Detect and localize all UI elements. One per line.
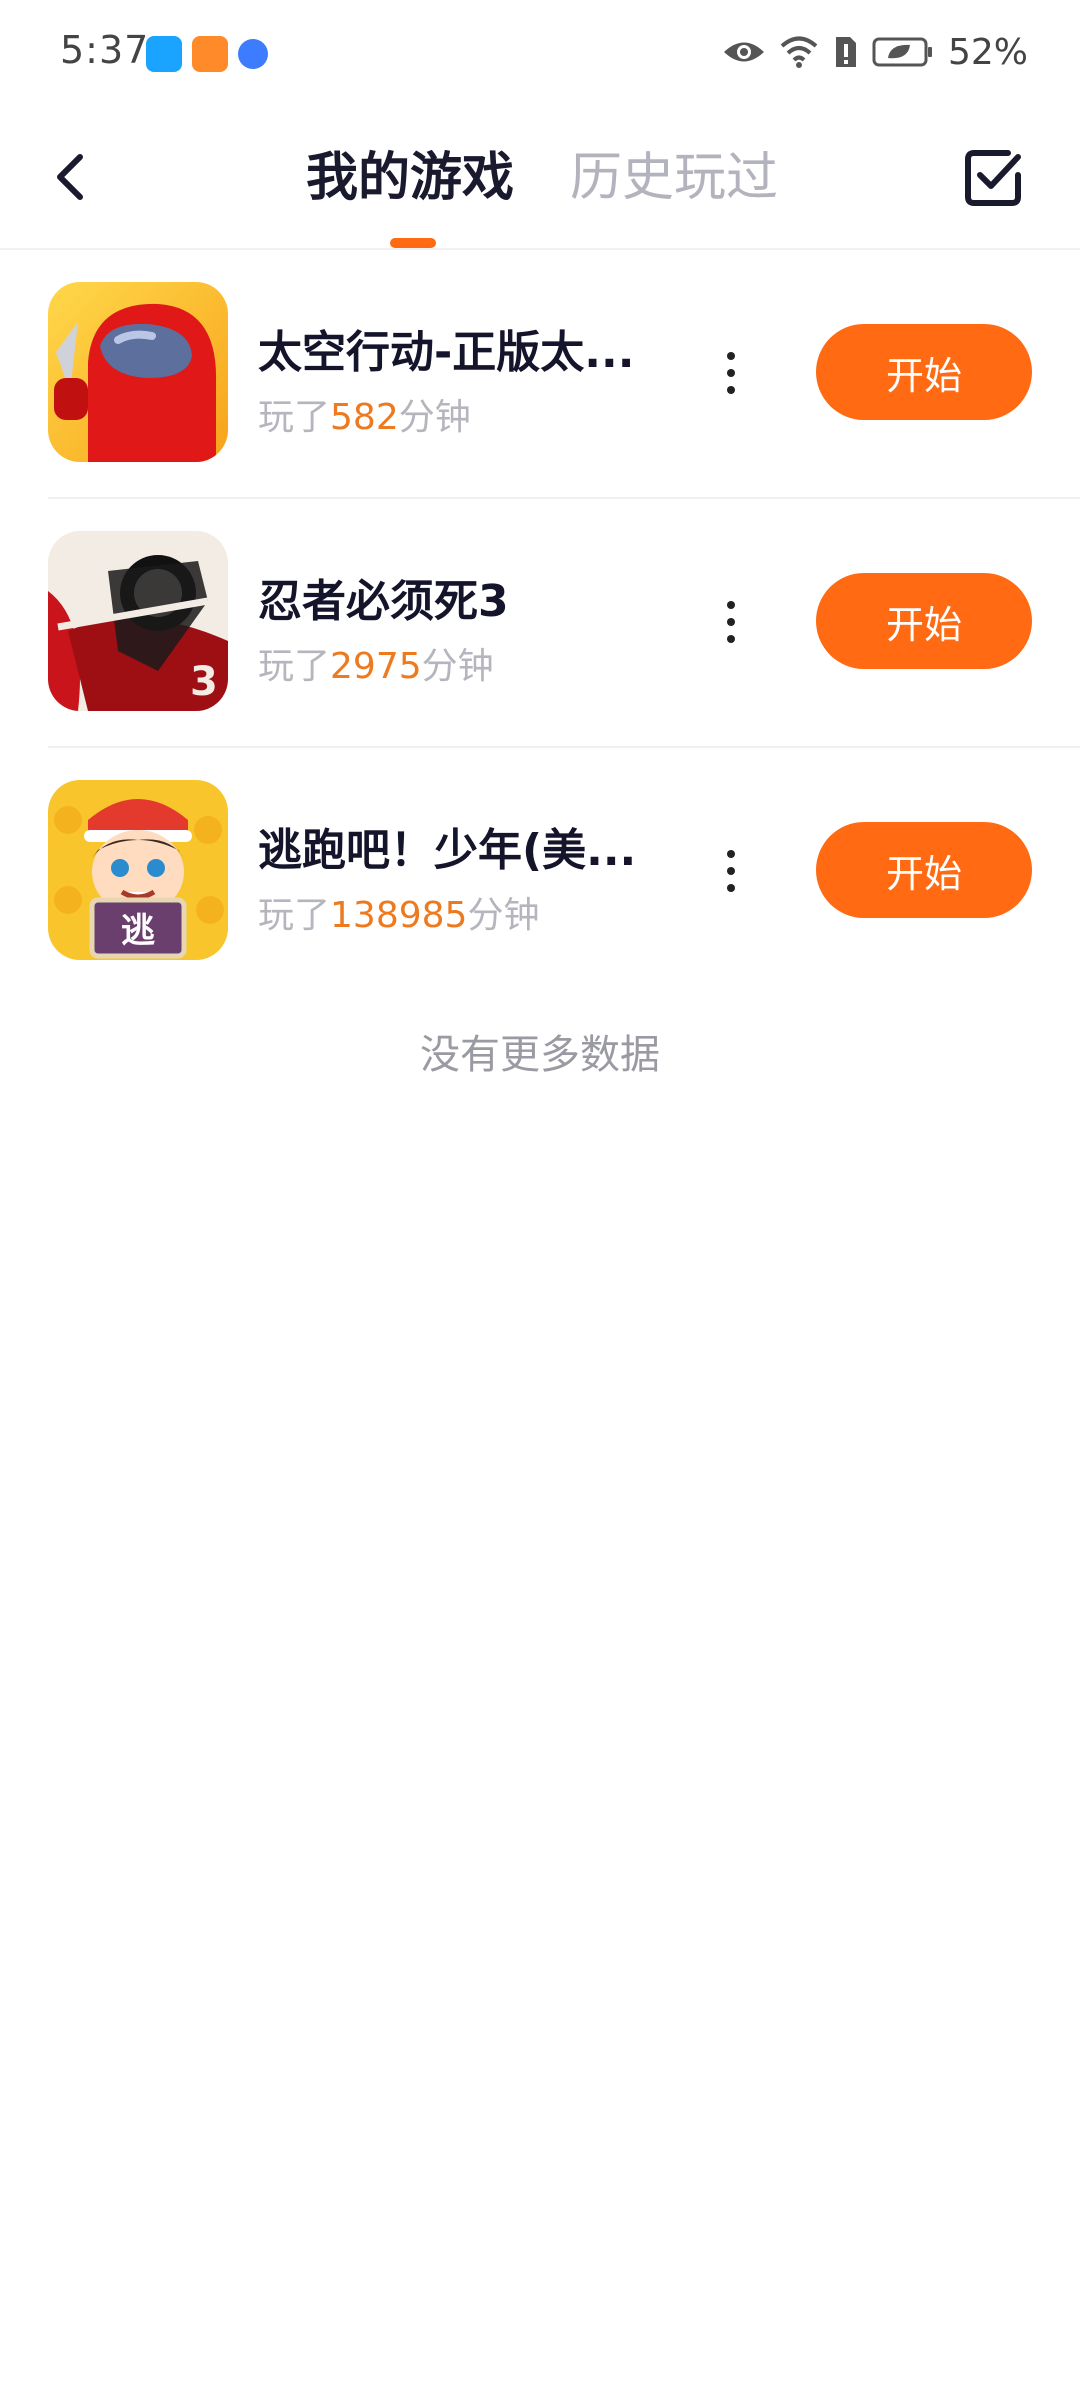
no-more-data-text: 没有更多数据 [420,1032,660,1078]
tab-history-played[interactable]: 历史玩过 [570,143,778,213]
game-title[interactable]: 忍者必须死3 [258,565,658,629]
battery-percent: 52% [947,31,1028,73]
tab-my-games[interactable]: 我的游戏 [306,143,514,213]
game-row[interactable]: 太空行动-正版太... 玩了582分钟 开始 [0,250,1080,499]
wifi-icon [780,36,818,68]
more-options-icon[interactable] [716,846,746,896]
game-title[interactable]: 逃跑吧！少年(美... [258,814,658,878]
game-row[interactable]: 3 忍者必须死3 玩了2975分钟 开始 [0,499,1080,748]
play-time-suffix: 分钟 [421,646,494,687]
play-time: 玩了2975分钟 [258,637,494,689]
eye-icon [723,42,764,62]
svg-text:3: 3 [190,659,218,705]
search-app-icon [146,36,182,72]
boy-escape-icon[interactable]: 逃 [48,780,228,960]
browser-app-icon [238,39,268,69]
start-button[interactable]: 开始 [816,822,1032,918]
game-row[interactable]: 逃 逃跑吧！少年(美... 玩了138985分钟 开始 [0,748,1080,997]
sim-alert-icon [835,37,856,67]
start-button[interactable]: 开始 [816,573,1032,669]
video-app-icon [192,36,228,72]
play-time-prefix: 玩了 [258,397,331,438]
back-icon[interactable] [40,145,104,209]
status-time: 5:37 [60,28,150,72]
play-minutes: 582 [330,397,399,438]
play-time: 玩了582分钟 [258,388,471,440]
status-bar: 5:37 52% [0,0,1080,105]
more-options-icon[interactable] [716,597,746,647]
ninja-icon[interactable]: 3 [48,531,228,711]
play-minutes: 138985 [330,895,468,936]
red-astronaut-icon[interactable] [48,282,228,462]
play-time-prefix: 玩了 [258,895,331,936]
game-title[interactable]: 太空行动-正版太... [258,316,658,380]
play-time-suffix: 分钟 [467,895,540,936]
game-list: 太空行动-正版太... 玩了582分钟 开始 3 忍者必须死3 玩了2975分钟 [0,250,1080,997]
header: 我的游戏 历史玩过 [0,105,1080,250]
battery-icon [872,37,932,67]
play-time-prefix: 玩了 [258,646,331,687]
play-time: 玩了138985分钟 [258,886,539,938]
svg-text:逃: 逃 [121,911,155,951]
play-minutes: 2975 [330,646,422,687]
active-tab-indicator [390,238,436,248]
edit-checkbox-icon[interactable] [962,147,1024,209]
start-button[interactable]: 开始 [816,324,1032,420]
play-time-suffix: 分钟 [398,397,471,438]
status-system-icons: 52% [722,28,1028,76]
more-options-icon[interactable] [716,348,746,398]
